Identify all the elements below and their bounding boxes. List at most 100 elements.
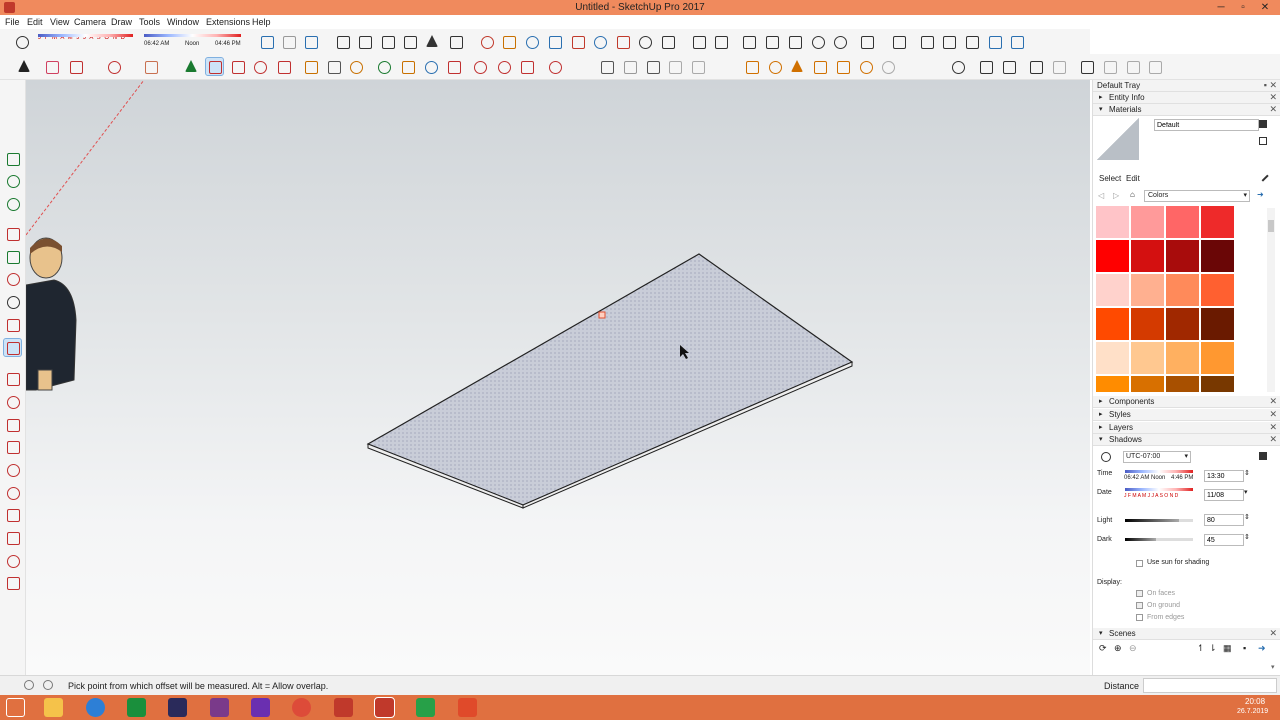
minimize-button[interactable]: ─ xyxy=(1210,0,1232,15)
warehouse-tool-icon[interactable] xyxy=(471,58,488,75)
line-tool-icon[interactable] xyxy=(67,58,84,75)
material-swatch[interactable] xyxy=(1166,274,1199,306)
material-swatch[interactable] xyxy=(1096,240,1129,272)
scene-4-icon[interactable] xyxy=(963,33,980,50)
time-slider[interactable] xyxy=(1125,470,1193,473)
dynamic-components-icon[interactable] xyxy=(977,58,994,75)
scrollbar-thumb[interactable] xyxy=(1268,220,1274,232)
panel-entity-info[interactable]: ▸ Entity Info ✕ xyxy=(1093,92,1280,104)
file-explorer-icon[interactable] xyxy=(44,698,63,717)
recorder-icon[interactable] xyxy=(458,698,477,717)
panel-close-icon[interactable]: ✕ xyxy=(1269,409,1277,420)
layers-icon[interactable] xyxy=(1027,58,1044,75)
extension-manager-icon[interactable] xyxy=(546,58,563,75)
menu-extensions[interactable]: Extensions xyxy=(206,17,250,27)
walk-icon[interactable] xyxy=(659,33,676,50)
tray-scroll-down-icon[interactable]: ▾ xyxy=(1271,663,1275,671)
sample-paint-icon[interactable] xyxy=(1257,170,1269,182)
material-swatch[interactable] xyxy=(1096,206,1129,238)
large-line-icon[interactable] xyxy=(4,370,21,387)
orbit-icon[interactable] xyxy=(478,33,495,50)
panel-materials[interactable]: ▾ Materials ✕ xyxy=(1093,104,1280,116)
smoove-icon[interactable] xyxy=(644,58,661,75)
solid-disabled-icon[interactable] xyxy=(879,58,896,75)
time-input[interactable] xyxy=(1204,470,1244,482)
panel-close-icon[interactable]: ✕ xyxy=(1269,92,1277,103)
panel-close-icon[interactable]: ✕ xyxy=(1269,422,1277,433)
material-swatch[interactable] xyxy=(1131,376,1164,392)
push-pull-icon[interactable] xyxy=(183,58,200,75)
material-swatch[interactable] xyxy=(1131,308,1164,340)
wireframe-icon[interactable] xyxy=(740,33,757,50)
close-window-button[interactable]: ✕ xyxy=(1254,0,1276,15)
material-swatch[interactable] xyxy=(1201,240,1234,272)
panel-styles[interactable]: ▸ Styles ✕ xyxy=(1093,409,1280,421)
freehand-icon[interactable] xyxy=(105,58,122,75)
large-scale-icon[interactable] xyxy=(4,316,21,333)
date-input[interactable] xyxy=(1204,489,1244,501)
section-cuts-icon[interactable] xyxy=(1101,58,1118,75)
material-swatch[interactable] xyxy=(1201,206,1234,238)
share-model-icon[interactable] xyxy=(280,33,297,50)
material-swatch[interactable] xyxy=(1166,308,1199,340)
material-swatch[interactable] xyxy=(1166,376,1199,392)
offset-tool-icon[interactable] xyxy=(205,57,224,76)
panel-close-icon[interactable]: ✕ xyxy=(1269,434,1277,445)
sandbox-scratch-icon[interactable] xyxy=(621,58,638,75)
swatch-scrollbar[interactable] xyxy=(1267,208,1275,392)
zoom-extents-tool-icon[interactable] xyxy=(445,58,462,75)
scene-2-icon[interactable] xyxy=(918,33,935,50)
date-slider[interactable] xyxy=(1125,488,1193,491)
scene-view-options-icon[interactable]: ▦ xyxy=(1223,643,1232,654)
scene-6-icon[interactable] xyxy=(1008,33,1025,50)
zoom-extents-icon[interactable] xyxy=(569,33,586,50)
large-rotate-icon[interactable] xyxy=(4,270,21,287)
illustrator-icon[interactable] xyxy=(168,698,187,717)
paint-bucket-icon[interactable] xyxy=(347,58,364,75)
large-move-icon[interactable] xyxy=(4,225,21,242)
large-polygon-icon[interactable] xyxy=(4,484,21,501)
material-swatch[interactable] xyxy=(1131,206,1164,238)
menu-tools[interactable]: Tools xyxy=(139,17,160,27)
material-swatch[interactable] xyxy=(1096,274,1129,306)
material-swatch[interactable] xyxy=(1131,274,1164,306)
panel-layers[interactable]: ▸ Layers ✕ xyxy=(1093,422,1280,434)
select-tool-icon[interactable] xyxy=(16,58,33,75)
back-arrow-icon[interactable]: ◁ xyxy=(1098,191,1104,200)
material-name-input[interactable] xyxy=(1154,119,1259,131)
section-fill-icon[interactable] xyxy=(1124,58,1141,75)
material-swatch[interactable] xyxy=(1201,376,1234,392)
from-edges-checkbox[interactable] xyxy=(1136,614,1143,621)
tray-pin-icon[interactable]: ▪ xyxy=(1264,80,1267,90)
large-circle-icon[interactable] xyxy=(4,461,21,478)
onenote-icon[interactable] xyxy=(210,698,229,717)
tab-edit[interactable]: Edit xyxy=(1126,174,1140,183)
internet-explorer-icon[interactable] xyxy=(86,698,105,717)
zoom-previous-icon[interactable] xyxy=(591,33,608,50)
large-offset-icon[interactable] xyxy=(3,338,22,357)
zoom-tool-icon[interactable] xyxy=(422,58,439,75)
orbit-tool-icon[interactable] xyxy=(399,58,416,75)
forward-arrow-icon[interactable]: ▷ xyxy=(1113,191,1119,200)
library-select[interactable]: Colors ▾ xyxy=(1144,190,1250,202)
solid-subtract-icon[interactable] xyxy=(811,58,828,75)
menu-file[interactable]: File xyxy=(5,17,20,27)
styles-icon[interactable] xyxy=(949,58,966,75)
section-display-icon[interactable] xyxy=(1078,58,1095,75)
material-swatch[interactable] xyxy=(1096,376,1129,392)
home-view-icon[interactable] xyxy=(424,33,441,50)
large-freehand-icon[interactable] xyxy=(4,393,21,410)
sandbox-contours-icon[interactable] xyxy=(598,58,615,75)
extension-warehouse-icon[interactable] xyxy=(495,58,512,75)
move-scene-down-icon[interactable]: ⇂ xyxy=(1209,643,1217,654)
eraser-icon[interactable] xyxy=(43,58,60,75)
create-material-icon[interactable] xyxy=(1259,120,1267,128)
download-icon[interactable] xyxy=(302,33,319,50)
components-icon[interactable] xyxy=(375,58,392,75)
panel-scenes[interactable]: ▾ Scenes ✕ xyxy=(1093,628,1280,640)
iso-view-icon[interactable] xyxy=(334,33,351,50)
date-spinner-icon[interactable]: ▾ xyxy=(1244,488,1248,496)
move-scene-up-icon[interactable]: ↿ xyxy=(1197,643,1205,654)
rectangle-tool-icon[interactable] xyxy=(142,58,159,75)
large-follow-me-icon[interactable] xyxy=(4,293,21,310)
